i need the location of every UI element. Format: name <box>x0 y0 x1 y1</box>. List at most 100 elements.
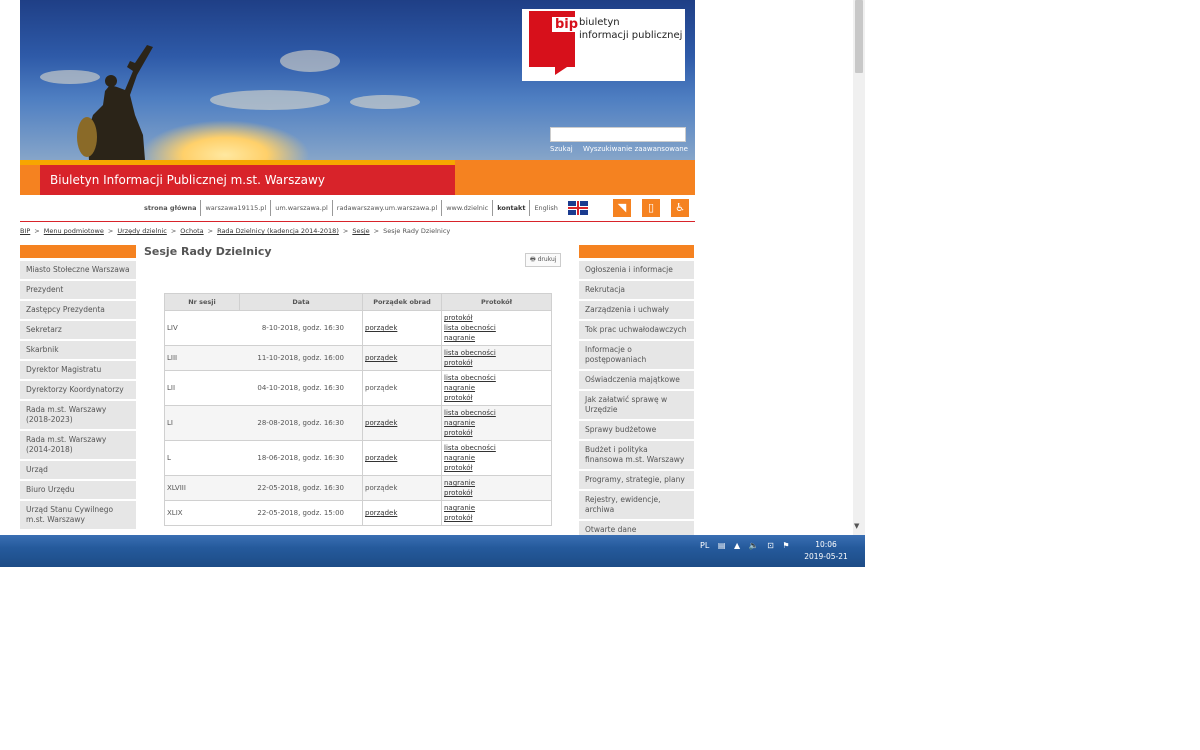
protocol-link[interactable]: protokół <box>444 393 549 403</box>
table-row: LIII 11-10-2018, godz. 16:00 porządek lista… <box>164 345 552 371</box>
search-input[interactable] <box>550 127 686 142</box>
topnav-home[interactable]: strona główna <box>140 200 200 216</box>
left-item-rada-2014[interactable]: Rada m.st. Warszawy (2014-2018) <box>20 431 136 459</box>
protocol-link[interactable]: protokół <box>444 358 549 368</box>
topnav-contact[interactable]: kontakt <box>492 200 529 216</box>
breadcrumb-menu[interactable]: Menu podmiotowe <box>44 227 104 235</box>
session-date: 11-10-2018, godz. 16:00 <box>239 345 363 371</box>
left-item-urzad[interactable]: Urząd <box>20 461 136 479</box>
print-button[interactable]: 🖶 drukuj <box>525 253 562 267</box>
protocol-link[interactable]: nagranie <box>444 453 549 463</box>
agenda-link[interactable]: porządek <box>365 453 439 463</box>
agenda-link: porządek <box>365 484 398 492</box>
protocol-link[interactable]: lista obecności <box>444 348 549 358</box>
left-item-prezydent[interactable]: Prezydent <box>20 281 136 299</box>
windows-taskbar: PL ▤ ▲ 🔈 ⊡ ⚑ 10:06 2019-05-21 <box>0 535 865 567</box>
protocol-link[interactable]: lista obecności <box>444 323 549 333</box>
left-item-rada-2018[interactable]: Rada m.st. Warszawy (2018-2023) <box>20 401 136 429</box>
agenda-link[interactable]: porządek <box>365 353 439 363</box>
left-item-biuro[interactable]: Biuro Urzędu <box>20 481 136 499</box>
left-item-koordynatorzy[interactable]: Dyrektorzy Koordynatorzy <box>20 381 136 399</box>
right-item-budzet[interactable]: Budżet i polityka finansowa m.st. Warsza… <box>579 441 694 469</box>
breadcrumb-bip[interactable]: BIP <box>20 227 30 235</box>
uk-flag-icon[interactable] <box>567 201 588 215</box>
protocol-link[interactable]: nagranie <box>444 478 549 488</box>
clock-date: 2019-05-21 <box>804 552 848 561</box>
scrollbar-thumb[interactable] <box>855 0 863 73</box>
network-icon[interactable]: ⊡ <box>767 541 774 550</box>
left-item-usc[interactable]: Urząd Stanu Cywilnego m.st. Warszawy <box>20 501 136 529</box>
protocol-link[interactable]: lista obecności <box>444 373 549 383</box>
agenda-link[interactable]: porządek <box>365 418 439 428</box>
system-clock[interactable]: 10:06 2019-05-21 <box>796 539 856 563</box>
clock-time: 10:06 <box>815 540 837 549</box>
protocol-link[interactable]: protokół <box>444 463 549 473</box>
desktop-screen: bip biuletyn informacji publicznej Szuka… <box>0 0 865 567</box>
session-number: LI <box>164 405 240 441</box>
protocol-link[interactable]: nagranie <box>444 383 549 393</box>
scroll-down-arrow-icon[interactable]: ▼ <box>854 522 859 530</box>
language-indicator[interactable]: PL <box>700 541 709 550</box>
protocol-link[interactable]: protokół <box>444 513 549 523</box>
browser-viewport: bip biuletyn informacji publicznej Szuka… <box>0 0 853 535</box>
right-item-rejestry[interactable]: Rejestry, ewidencje, archiwa <box>579 491 694 519</box>
table-row: XLIX 22-05-2018, godz. 15:00 porządek nagra… <box>164 500 552 526</box>
bip-text-line2: informacji publicznej <box>579 30 683 41</box>
protocol-link[interactable]: nagranie <box>444 418 549 428</box>
topnav-um[interactable]: um.warszawa.pl <box>270 200 332 216</box>
breadcrumb-sesje[interactable]: Sesje <box>352 227 369 235</box>
session-date: 8-10-2018, godz. 16:30 <box>239 310 363 346</box>
left-item-zastepcy[interactable]: Zastępcy Prezydenta <box>20 301 136 319</box>
protocol-link[interactable]: nagranie <box>444 333 549 343</box>
protocol-link[interactable]: protokół <box>444 313 549 323</box>
breadcrumb-current: Sesje Rady Dzielnicy <box>383 227 451 235</box>
col-protokol: Protokół <box>441 293 552 311</box>
left-item-dyrektor[interactable]: Dyrektor Magistratu <box>20 361 136 379</box>
accessibility-icon[interactable]: ♿ <box>671 199 689 217</box>
rss-icon[interactable]: ◥ <box>613 199 631 217</box>
right-item-tok-prac[interactable]: Tok prac uchwałodawczych <box>579 321 694 339</box>
right-item-programy[interactable]: Programy, strategie, plany <box>579 471 694 489</box>
session-number: XLIX <box>164 500 240 526</box>
topnav-dzielnice[interactable]: www.dzielnic <box>441 200 492 216</box>
agenda-link[interactable]: porządek <box>365 323 439 333</box>
breadcrumb: BIP > Menu podmiotowe > Urzędy dzielnic > Ocho… <box>20 227 451 235</box>
agenda-link[interactable]: porządek <box>365 508 439 518</box>
bip-logo[interactable]: bip biuletyn informacji publicznej <box>522 9 685 81</box>
right-item-otwarte-dane[interactable]: Otwarte dane <box>579 521 694 535</box>
left-item-miasto[interactable]: Miasto Stołeczne Warszawa <box>20 261 136 279</box>
volume-icon[interactable]: 🔈 <box>749 541 759 550</box>
protocol-link[interactable]: protokół <box>444 488 549 498</box>
session-number: LII <box>164 370 240 406</box>
protocol-link[interactable]: protokół <box>444 428 549 438</box>
right-item-postepowania[interactable]: Informacje o postępowaniach <box>579 341 694 369</box>
left-item-sekretarz[interactable]: Sekretarz <box>20 321 136 339</box>
breadcrumb-rada[interactable]: Rada Dzielnicy (kadencja 2014-2018) <box>217 227 339 235</box>
right-item-ogloszenia[interactable]: Ogłoszenia i informacje <box>579 261 694 279</box>
protocol-link[interactable]: lista obecności <box>444 408 549 418</box>
right-sidebar: Ogłoszenia i informacje Rekrutacja Zarzą… <box>579 245 694 535</box>
protocol-link[interactable]: nagranie <box>444 503 549 513</box>
topnav-rada[interactable]: radawarszawy.um.warszawa.pl <box>331 200 441 216</box>
vertical-scrollbar[interactable]: ▼ <box>853 0 865 535</box>
mobile-icon[interactable]: ▯ <box>642 199 660 217</box>
topnav-19115[interactable]: warszawa19115.pl <box>200 200 270 216</box>
session-date: 18-06-2018, godz. 16:30 <box>239 440 363 476</box>
action-center-flag-icon[interactable]: ⚑ <box>782 541 789 550</box>
right-item-rekrutacja[interactable]: Rekrutacja <box>579 281 694 299</box>
left-item-skarbnik[interactable]: Skarbnik <box>20 341 136 359</box>
right-item-oswiadczenia[interactable]: Oświadczenia majątkowe <box>579 371 694 389</box>
right-item-budzetowe[interactable]: Sprawy budżetowe <box>579 421 694 439</box>
table-row: LIV 8-10-2018, godz. 16:30 porządek protokó… <box>164 310 552 346</box>
keyboard-icon[interactable]: ▤ <box>718 541 726 550</box>
search-link[interactable]: Szukaj <box>550 145 573 153</box>
advanced-search-link[interactable]: Wyszukiwanie zaawansowane <box>583 145 688 153</box>
topnav-english[interactable]: English <box>529 200 561 216</box>
table-row: XLVIII 22-05-2018, godz. 16:30 porządek nag… <box>164 475 552 501</box>
protocol-link[interactable]: lista obecności <box>444 443 549 453</box>
right-item-zarzadzenia[interactable]: Zarządzenia i uchwały <box>579 301 694 319</box>
show-hidden-icons-icon[interactable]: ▲ <box>734 541 740 550</box>
breadcrumb-ochota[interactable]: Ochota <box>180 227 203 235</box>
right-item-jak-zalatwic[interactable]: Jak załatwić sprawę w Urzędzie <box>579 391 694 419</box>
breadcrumb-urzedy[interactable]: Urzędy dzielnic <box>117 227 167 235</box>
